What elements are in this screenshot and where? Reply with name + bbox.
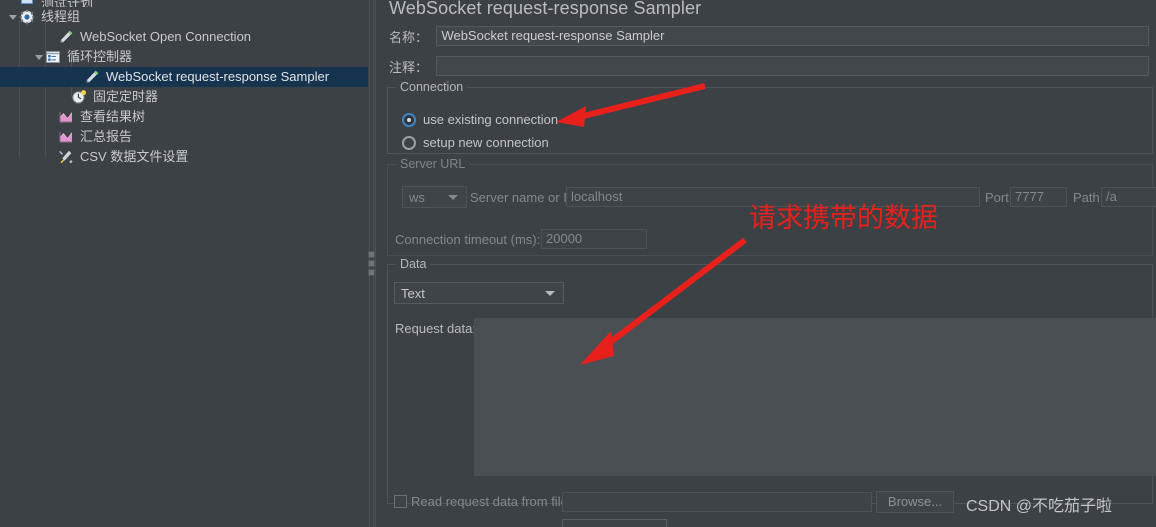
tree-toggle[interactable] bbox=[6, 0, 19, 7]
tree-item-label: CSV 数据文件设置 bbox=[80, 149, 189, 164]
jmeter-window: 测试计划 bbox=[0, 0, 1156, 527]
name-field-row: 名称： bbox=[389, 26, 1149, 46]
tree-item-label: 查看结果树 bbox=[80, 109, 146, 124]
server-name-label: Server name or IP: bbox=[470, 190, 580, 205]
tree-item-csv-data-set-config[interactable]: CSV 数据文件设置 bbox=[0, 147, 368, 167]
radio-indicator[interactable] bbox=[402, 135, 416, 150]
tree-item-label: WebSocket request-response Sampler bbox=[106, 69, 330, 84]
data-type-select[interactable]: Text bbox=[394, 282, 564, 304]
tree-item-loop-controller[interactable]: 循环控制器 bbox=[0, 47, 368, 67]
tree-item-label: 循环控制器 bbox=[67, 49, 133, 64]
tree-item-label: 汇总报告 bbox=[80, 129, 133, 144]
tree-item-summary-report[interactable]: 汇总报告 bbox=[0, 127, 368, 147]
tree-item-label: 固定定时器 bbox=[93, 89, 159, 104]
port-label: Port: bbox=[985, 190, 1013, 205]
path-label: Path: bbox=[1073, 190, 1104, 205]
browse-button[interactable]: Browse... bbox=[876, 491, 954, 513]
radio-setup-new-connection[interactable]: setup new connection bbox=[402, 135, 549, 150]
chevron-down-icon bbox=[545, 291, 555, 296]
tree-item-constant-timer[interactable]: 固定定时器 bbox=[0, 87, 368, 107]
panel-splitter[interactable] bbox=[368, 0, 375, 527]
read-from-file-row: Read request data from file: bbox=[394, 494, 571, 509]
tree-item-websocket-open-connection[interactable]: WebSocket Open Connection bbox=[0, 27, 368, 47]
comment-field-row: 注释： bbox=[389, 56, 1149, 76]
read-from-file-checkbox[interactable] bbox=[394, 495, 407, 508]
comment-label: 注释： bbox=[389, 59, 429, 75]
data-type-select-value: Text bbox=[401, 285, 425, 301]
radio-label: use existing connection bbox=[423, 112, 559, 127]
tree-toggle-loop-controller[interactable] bbox=[32, 47, 45, 67]
clipped-bottom-input[interactable] bbox=[562, 519, 667, 527]
radio-indicator[interactable] bbox=[402, 112, 416, 127]
data-group-legend: Data bbox=[396, 257, 431, 271]
tree-item-label: 测试计划 bbox=[40, 0, 93, 7]
connection-group-legend: Connection bbox=[396, 80, 468, 94]
path-input[interactable] bbox=[1101, 187, 1156, 207]
chevron-down-icon bbox=[448, 195, 458, 200]
test-plan-tree-panel[interactable]: 测试计划 bbox=[0, 0, 368, 527]
radio-label: setup new connection bbox=[423, 135, 549, 150]
tree-toggle-thread-group[interactable] bbox=[6, 7, 19, 27]
timer-clock-icon bbox=[71, 89, 87, 105]
splitter-grip[interactable] bbox=[368, 251, 375, 276]
request-data-label: Request data: bbox=[395, 321, 476, 336]
server-url-group-legend: Server URL bbox=[396, 157, 470, 171]
thread-group-gear-icon bbox=[19, 9, 35, 25]
connection-timeout-input[interactable] bbox=[541, 229, 647, 249]
port-input[interactable] bbox=[1010, 187, 1067, 207]
comment-input[interactable] bbox=[436, 56, 1149, 76]
connection-timeout-label: Connection timeout (ms): bbox=[395, 232, 541, 247]
listener-chart-icon bbox=[58, 109, 74, 125]
csdn-watermark: CSDN @不吃茄子啦 bbox=[966, 498, 1113, 515]
request-data-textarea[interactable] bbox=[474, 318, 1156, 476]
tree-item-label: 线程组 bbox=[41, 9, 81, 24]
tree-item-websocket-request-response-sampler[interactable]: WebSocket request-response Sampler bbox=[0, 67, 368, 87]
annotation-red-text: 请求携带的数据 bbox=[749, 203, 938, 234]
radio-use-existing-connection[interactable]: use existing connection bbox=[402, 112, 558, 127]
csv-config-tools-icon bbox=[58, 149, 74, 165]
scheme-select-value: ws bbox=[409, 189, 425, 205]
page-title: WebSocket request-response Sampler bbox=[389, 0, 702, 18]
name-input[interactable] bbox=[436, 26, 1149, 46]
test-plan-icon bbox=[19, 0, 35, 7]
read-from-file-label: Read request data from file: bbox=[411, 494, 572, 509]
listener-chart-icon bbox=[58, 129, 74, 145]
file-path-input[interactable] bbox=[562, 492, 872, 512]
tree-item-thread-group[interactable]: 线程组 bbox=[0, 7, 368, 27]
tree-item-view-results-tree[interactable]: 查看结果树 bbox=[0, 107, 368, 127]
tree-item-label: WebSocket Open Connection bbox=[80, 29, 252, 44]
tree-item-test-plan[interactable]: 测试计划 bbox=[0, 0, 368, 7]
name-label: 名称： bbox=[389, 29, 429, 45]
sampler-pipette-icon bbox=[84, 69, 100, 85]
loop-controller-icon bbox=[45, 49, 61, 65]
sampler-config-panel: WebSocket request-response Sampler 名称： 注… bbox=[375, 0, 1156, 527]
scheme-select[interactable]: ws bbox=[402, 186, 467, 208]
sampler-pipette-icon bbox=[58, 29, 74, 45]
